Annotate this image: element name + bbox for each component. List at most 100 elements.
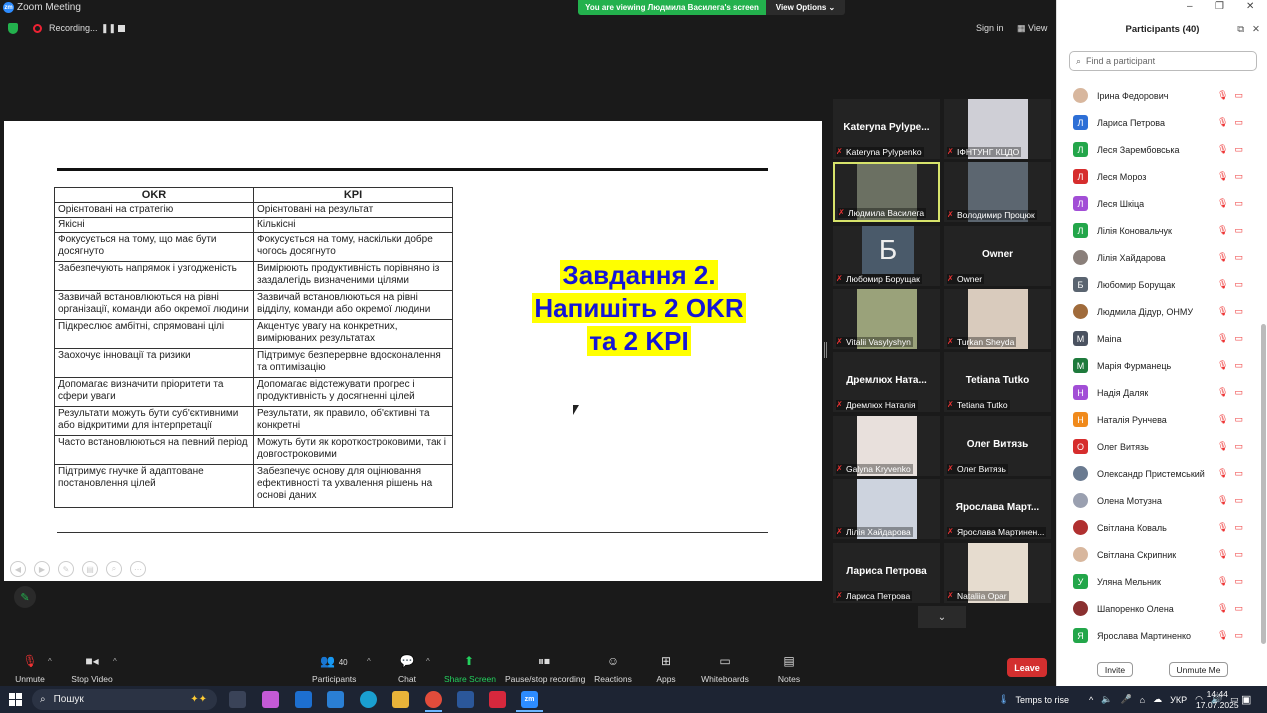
stop-recording-button[interactable] [118,25,125,32]
participant-row[interactable]: Б Любомир Борущак 🎙▭ [1057,271,1261,298]
participants-caret-icon[interactable]: ^ [367,657,371,666]
unmute-button[interactable]: 🎙 Unmute [14,654,46,684]
participant-row[interactable]: Н Наталія Рунчева 🎙▭ [1057,406,1261,433]
video-tile[interactable]: Лариса Петрова ✗ Лариса Петрова [833,543,940,603]
chrome-icon[interactable] [425,691,442,708]
zoom-taskbar-icon[interactable]: zm [521,691,538,708]
participant-row[interactable]: Лілія Хайдарова 🎙▭ [1057,244,1261,271]
windows-start-icon[interactable] [9,693,22,706]
whiteboards-button[interactable]: ▭ Whiteboards [701,654,749,684]
pop-out-icon[interactable]: ⧉ [1237,18,1244,42]
word-icon[interactable] [457,691,474,708]
network-icon[interactable]: ⌂ [1140,695,1145,705]
video-tile[interactable]: ✗ Vitalii Vasylyshyn [833,289,940,349]
participant-row[interactable]: Л Леся Мороз 🎙▭ [1057,163,1261,190]
next-slide-icon[interactable]: ▶ [34,561,50,577]
video-tile[interactable]: Олег Витязь ✗ Олег Витязь [944,416,1051,476]
system-clock[interactable]: 14:44 17.07.2025 [1196,689,1239,711]
pen-icon[interactable]: ✎ [58,561,74,577]
speaker-icon[interactable]: 🔈 [1101,694,1112,705]
participants-button[interactable]: 👥 40 Participants [312,654,356,684]
participant-row[interactable]: У Уляна Мельник 🎙▭ [1057,568,1261,595]
pause-recording-button[interactable]: ❚❚ [101,23,116,34]
participant-row[interactable]: Олена Мотузна 🎙▭ [1057,487,1261,514]
participant-avatar [1073,493,1088,508]
share-screen-button[interactable]: ⬆ Share Screen [444,654,496,684]
participant-row[interactable]: Світлана Коваль 🎙▭ [1057,514,1261,541]
chevron-up-icon[interactable]: ^ [1089,695,1093,705]
copilot-icon[interactable] [262,691,279,708]
language-indicator[interactable]: УКР [1170,695,1187,705]
restore-icon[interactable]: ❐ [1215,1,1224,12]
video-tile[interactable]: ✗ Володимир Процюк [944,162,1051,222]
close-window-icon[interactable]: ✕ [1246,1,1254,12]
wps-icon[interactable] [489,691,506,708]
notifications-icon[interactable]: ▣ [1241,693,1251,706]
participant-row[interactable]: Н Надія Даляк 🎙▭ [1057,379,1261,406]
video-tile[interactable]: Дремлюх Ната... ✗ Дремлюх Наталія [833,352,940,412]
video-tile[interactable]: ✗ Nataliia Opar [944,543,1051,603]
participant-row[interactable]: О Олег Витязь 🎙▭ [1057,433,1261,460]
mic-icon[interactable]: 🎤 [1120,694,1131,705]
video-tile[interactable]: ✗ Turkan Sheyda [944,289,1051,349]
weather-widget[interactable]: 🌡 Temps to rise [998,686,1069,713]
scrollbar-thumb[interactable] [1261,324,1266,644]
participant-row[interactable]: M Марія Фурманець 🎙▭ [1057,352,1261,379]
participant-search-input[interactable]: ⌕ Find a participant [1069,51,1257,71]
participant-row[interactable]: M Maina 🎙▭ [1057,325,1261,352]
slides-icon[interactable]: ▤ [82,561,98,577]
zoom-icon[interactable]: ⌕ [106,561,122,577]
stop-video-button[interactable]: ■◂ Stop Video [70,654,114,684]
chat-button[interactable]: 💬 Chat [392,654,422,684]
security-shield-icon[interactable] [8,23,18,34]
outlook-icon[interactable] [295,691,312,708]
video-tile[interactable]: Б ✗ Любомир Борущак [833,226,940,286]
edge-icon[interactable] [360,691,377,708]
store-icon[interactable] [327,691,344,708]
video-tile[interactable]: Tetiana Tutko ✗ Tetiana Tutko [944,352,1051,412]
video-tile[interactable]: ✗ Лілія Хайдарова [833,479,940,539]
task-view-icon[interactable] [229,691,246,708]
taskbar-search[interactable]: ⌕ Пошук ✦✦ [32,689,217,710]
close-panel-icon[interactable]: ✕ [1252,18,1260,42]
video-options-caret-icon[interactable]: ^ [113,657,117,666]
unmute-me-button[interactable]: Unmute Me [1169,662,1228,677]
participant-row[interactable]: Людмила Дідур, ОНМУ 🎙▭ [1057,298,1261,325]
video-tile[interactable]: Ярослава Март... ✗ Ярослава Мартинен... [944,479,1051,539]
view-options-button[interactable]: View Options ⌄ [766,0,845,15]
video-off-icon: ▭ [1234,441,1249,451]
pause-stop-recording-button[interactable]: ⏸⏹ Pause/stop recording [505,654,585,684]
annotate-pencil-icon[interactable]: ✎ [14,586,36,608]
apps-button[interactable]: ⊞ Apps [652,654,680,684]
leave-button[interactable]: Leave [1007,658,1047,677]
file-explorer-icon[interactable] [392,691,409,708]
gallery-next-page-button[interactable]: ⌄ [918,606,966,628]
participant-row[interactable]: Я Ярослава Мартиненко 🎙▭ [1057,622,1261,649]
participant-row[interactable]: Л Леся Зарембовська 🎙▭ [1057,136,1261,163]
video-tile[interactable]: ✗ Galyna Kryvenko [833,416,940,476]
invite-button[interactable]: Invite [1097,662,1133,677]
onedrive-icon[interactable]: ☁ [1153,694,1162,705]
minimize-icon[interactable]: – [1187,1,1193,12]
participant-row[interactable]: Шапоренко Олена 🎙▭ [1057,595,1261,622]
prev-slide-icon[interactable]: ◀ [10,561,26,577]
audio-options-caret-icon[interactable]: ^ [48,657,52,666]
sign-in-button[interactable]: Sign in [976,23,1004,33]
video-tile[interactable]: Kateryna Pylype... ✗ Kateryna Pylypenko [833,99,940,159]
participant-row[interactable]: Л Лілія Коновальчук 🎙▭ [1057,217,1261,244]
split-view-handle[interactable] [824,342,827,358]
participant-row[interactable]: Ірина Федорович 🎙▭ [1057,82,1261,109]
video-tile[interactable]: ✗ ІФНТУНГ КЦДО [944,99,1051,159]
notes-button[interactable]: ▤ Notes [776,654,802,684]
participant-row[interactable]: Л Лариса Петрова 🎙▭ [1057,109,1261,136]
view-button[interactable]: ▦ View [1017,23,1047,34]
more-icon[interactable]: ⋯ [130,561,146,577]
chat-caret-icon[interactable]: ^ [426,657,430,666]
reactions-button[interactable]: ☺ Reactions [594,654,632,684]
participant-row[interactable]: Світлана Скрипник 🎙▭ [1057,541,1261,568]
video-tile[interactable]: Owner ✗ Owner [944,226,1051,286]
participant-scrollbar[interactable] [1261,72,1266,648]
video-tile[interactable]: ✗ Людмила Василега [833,162,940,222]
participant-row[interactable]: Олександр Пристемський 🎙▭ [1057,460,1261,487]
participant-row[interactable]: Л Леся Шкіца 🎙▭ [1057,190,1261,217]
